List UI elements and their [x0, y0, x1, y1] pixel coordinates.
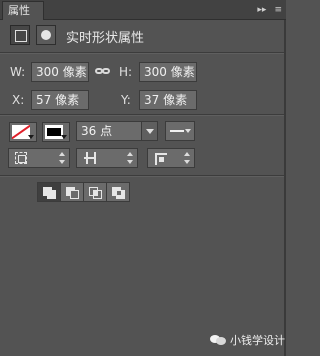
- divider: [0, 175, 286, 176]
- link-icon[interactable]: [95, 66, 111, 78]
- stroke-inside-icon: [15, 152, 27, 164]
- watermark-text: 小钱学设计: [230, 334, 285, 347]
- corner-join-icon: [154, 152, 167, 165]
- scrollbar-edge: [284, 20, 286, 356]
- menu-icon[interactable]: ≡: [274, 5, 282, 15]
- x-field[interactable]: 57 像素: [31, 90, 89, 110]
- watermark: 小钱学设计: [210, 332, 285, 348]
- stroke-size-field[interactable]: 36 点: [76, 121, 158, 141]
- updown-icon: [184, 152, 190, 164]
- path-operations: [37, 182, 130, 202]
- live-shape-row: 实时形状属性: [0, 21, 286, 51]
- divider: [0, 52, 286, 53]
- stroke-caps-select[interactable]: [76, 148, 138, 168]
- wechat-icon: [210, 334, 226, 346]
- x-label: X:: [12, 93, 25, 107]
- fill-swatch-button[interactable]: [9, 122, 37, 142]
- exclude-overlap-button[interactable]: [106, 182, 130, 202]
- updown-icon: [59, 152, 65, 164]
- stroke-size-dropdown-icon[interactable]: [141, 122, 157, 140]
- header-icons: ▸▸ ≡: [257, 0, 282, 20]
- panel-header: 属性 ▸▸ ≡: [0, 0, 286, 20]
- stroke-style-dropdown[interactable]: [165, 121, 195, 141]
- subtract-front-button[interactable]: [60, 182, 84, 202]
- stroke-size-value: 36 点: [81, 124, 113, 138]
- stroke-swatch-button[interactable]: [42, 122, 70, 142]
- stroke-align-select[interactable]: [8, 148, 70, 168]
- tab-properties[interactable]: 属性: [2, 1, 44, 20]
- collapse-icon[interactable]: ▸▸: [257, 5, 266, 15]
- mask-icon[interactable]: [36, 25, 56, 45]
- y-field[interactable]: 37 像素: [139, 90, 197, 110]
- combine-shapes-button[interactable]: [37, 182, 61, 202]
- line-caps-icon: [83, 152, 96, 164]
- height-field[interactable]: 300 像素: [139, 62, 197, 82]
- width-field[interactable]: 300 像素: [31, 62, 89, 82]
- shape-properties-icon[interactable]: [10, 25, 30, 45]
- intersect-button[interactable]: [83, 182, 107, 202]
- divider: [0, 114, 286, 115]
- updown-icon: [127, 152, 133, 164]
- y-label: Y:: [121, 93, 131, 107]
- caret-down-icon: [28, 135, 34, 139]
- h-label: H:: [119, 65, 133, 79]
- properties-panel: 属性 ▸▸ ≡ 实时形状属性 W: 300 像素 H: 300 像素 X: 57…: [0, 0, 286, 356]
- caret-down-icon: [61, 135, 67, 139]
- live-shape-title: 实时形状属性: [66, 31, 145, 46]
- w-label: W:: [10, 65, 26, 79]
- stroke-corner-select[interactable]: [147, 148, 195, 168]
